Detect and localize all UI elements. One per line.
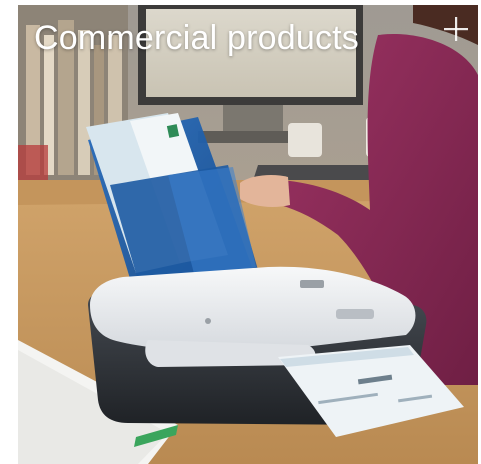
check-scanner-photo [18,5,478,464]
expand-button[interactable] [440,13,472,45]
tile-title: Commercial products [34,19,360,57]
plus-icon [444,17,468,41]
commercial-products-tile[interactable]: Commercial products [18,5,478,464]
